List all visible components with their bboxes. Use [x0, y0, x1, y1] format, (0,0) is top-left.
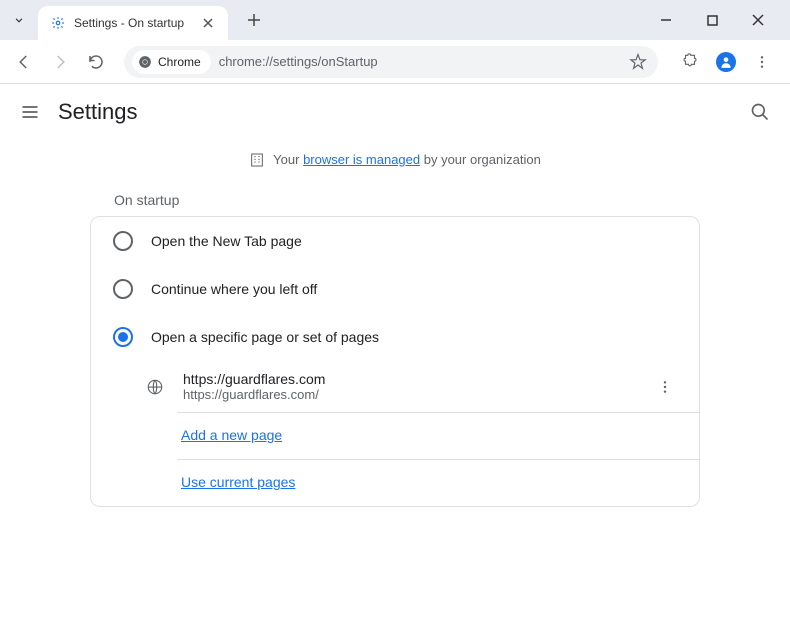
radio-label: Open the New Tab page — [151, 233, 302, 249]
url-text: chrome://settings/onStartup — [219, 54, 378, 69]
managed-suffix: by your organization — [420, 152, 541, 167]
reload-button[interactable] — [80, 46, 112, 78]
building-icon — [249, 152, 265, 168]
menu-button[interactable] — [746, 46, 778, 78]
radio-icon — [113, 327, 133, 347]
bookmark-button[interactable] — [626, 50, 650, 74]
address-bar[interactable]: Chrome chrome://settings/onStartup — [124, 46, 658, 78]
nav-forward-button[interactable] — [44, 46, 76, 78]
search-settings-button[interactable] — [750, 102, 770, 122]
tab-title: Settings - On startup — [74, 16, 192, 30]
radio-label: Continue where you left off — [151, 281, 317, 297]
maximize-button[interactable] — [698, 6, 726, 34]
section-label: On startup — [90, 180, 700, 216]
startup-card: Open the New Tab page Continue where you… — [90, 216, 700, 507]
browser-tab[interactable]: Settings - On startup — [38, 6, 228, 40]
window-titlebar: Settings - On startup — [0, 0, 790, 40]
vertical-dots-icon — [657, 379, 673, 395]
badge-label: Chrome — [158, 55, 201, 69]
managed-prefix: Your — [273, 152, 303, 167]
managed-link[interactable]: browser is managed — [303, 152, 420, 167]
chevron-down-icon — [12, 13, 26, 27]
reload-icon — [87, 53, 105, 71]
radio-icon — [113, 279, 133, 299]
nav-back-button[interactable] — [8, 46, 40, 78]
menu-toggle-button[interactable] — [20, 102, 40, 122]
use-current-link[interactable]: Use current pages — [181, 474, 295, 490]
hamburger-icon — [20, 102, 40, 122]
add-page-row: Add a new page — [123, 413, 699, 459]
radio-specific-pages[interactable]: Open a specific page or set of pages — [91, 313, 699, 361]
startup-page-url: https://guardflares.com/ — [183, 387, 635, 402]
add-page-link[interactable]: Add a new page — [181, 427, 282, 443]
radio-continue[interactable]: Continue where you left off — [91, 265, 699, 313]
page-title: Settings — [58, 99, 732, 125]
page-more-button[interactable] — [653, 375, 677, 399]
minimize-button[interactable] — [652, 6, 680, 34]
close-icon — [203, 18, 213, 28]
maximize-icon — [707, 15, 718, 26]
radio-icon — [113, 231, 133, 251]
chrome-icon — [138, 55, 152, 69]
arrow-right-icon — [51, 53, 69, 71]
gear-icon — [50, 15, 66, 31]
startup-page-row: https://guardflares.com https://guardfla… — [123, 361, 699, 412]
close-window-button[interactable] — [744, 6, 772, 34]
startup-page-title: https://guardflares.com — [183, 371, 635, 387]
search-icon — [750, 102, 770, 122]
profile-button[interactable] — [710, 46, 742, 78]
profile-avatar-icon — [716, 52, 736, 72]
plus-icon — [247, 13, 261, 27]
chrome-badge: Chrome — [132, 50, 211, 74]
settings-header: Settings — [0, 84, 790, 140]
minimize-icon — [660, 14, 672, 26]
extensions-button[interactable] — [674, 46, 706, 78]
star-icon — [629, 53, 647, 71]
vertical-dots-icon — [754, 54, 770, 70]
radio-label: Open a specific page or set of pages — [151, 329, 379, 345]
globe-icon — [145, 377, 165, 397]
use-current-row: Use current pages — [123, 460, 699, 506]
managed-notice: Your browser is managed by your organiza… — [0, 140, 790, 180]
tab-search-button[interactable] — [4, 5, 34, 35]
puzzle-icon — [681, 53, 699, 71]
tab-close-button[interactable] — [200, 15, 216, 31]
new-tab-button[interactable] — [240, 6, 268, 34]
browser-toolbar: Chrome chrome://settings/onStartup — [0, 40, 790, 84]
radio-new-tab[interactable]: Open the New Tab page — [91, 217, 699, 265]
close-icon — [752, 14, 764, 26]
arrow-left-icon — [15, 53, 33, 71]
